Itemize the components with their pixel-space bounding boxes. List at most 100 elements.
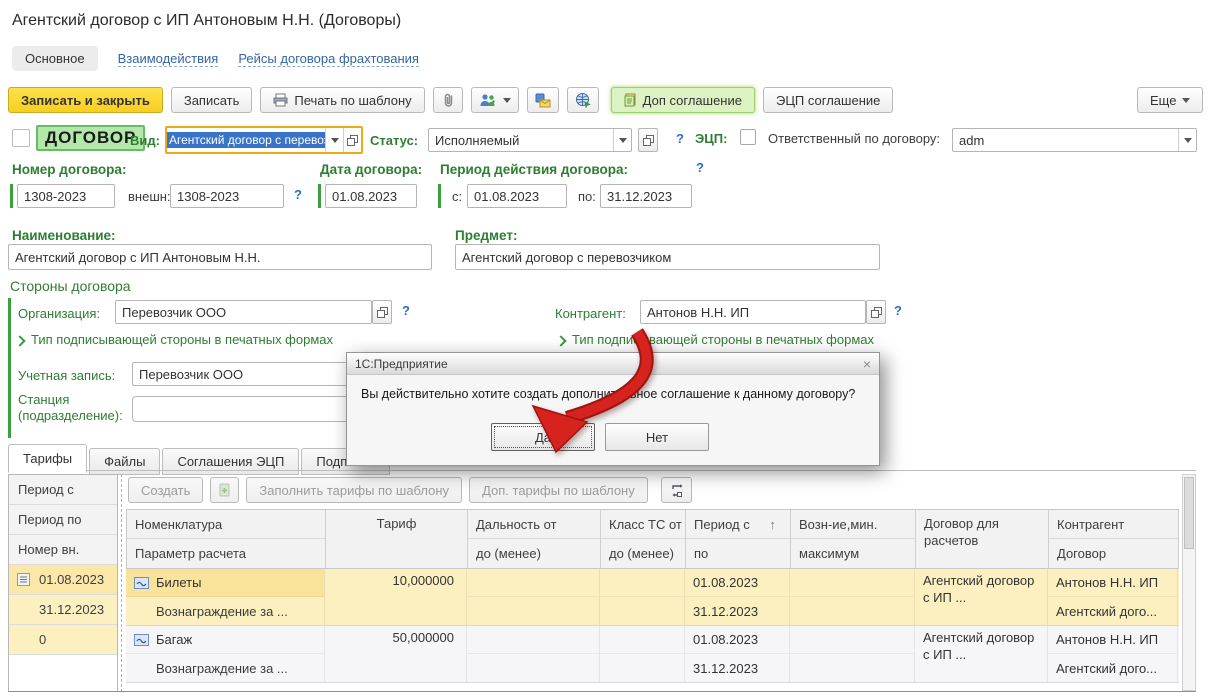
name-input[interactable]: Агентский договор с ИП Антоновым Н.Н. [8, 244, 432, 270]
period-help[interactable]: ? [696, 160, 704, 175]
grid-column-header[interactable]: Период с↑по [686, 510, 791, 568]
copy-button[interactable] [210, 477, 239, 503]
organization-open-button[interactable] [372, 300, 392, 324]
tab-tarify[interactable]: Тарифы [8, 444, 87, 473]
kind-combobox[interactable]: Агентский договор с перевозчи [165, 126, 363, 154]
date-section-label: Дата договора: [320, 162, 422, 177]
grid-column-header[interactable]: НоменклатураПараметр расчета [127, 510, 326, 568]
bottom-border [8, 691, 1196, 692]
cell-text: 50,000000 [393, 630, 454, 645]
send-email-icon [535, 93, 551, 108]
subject-input[interactable]: Агентский договор с перевозчиком [455, 244, 880, 270]
counterparty-open-button[interactable] [866, 300, 886, 324]
counterparty-input[interactable]: Антонов Н.Н. ИП [640, 300, 866, 324]
fixed-value-number[interactable]: 0 [9, 625, 117, 655]
organization-help[interactable]: ? [402, 303, 410, 318]
nav-tabs: Основное Взаимодействия Рейсы договора ф… [12, 46, 419, 71]
station-label-line2: (подразделение): [18, 408, 123, 423]
tab-vzaimodeystviya[interactable]: Взаимодействия [118, 51, 219, 67]
tab-content-divider [8, 470, 1196, 471]
tab-osnovnoe[interactable]: Основное [12, 46, 98, 71]
fixed-header-number[interactable]: Номер вн. [9, 535, 117, 565]
number-help[interactable]: ? [294, 187, 302, 202]
grid-column-header[interactable]: Тариф [326, 510, 468, 568]
fixed-columns-panel[interactable]: Период с Период по Номер вн. 01.08.2023 … [8, 474, 118, 692]
cell-text: Агентский договор с ИП ... [923, 573, 1034, 605]
required-marker [10, 184, 13, 208]
status-open-button[interactable] [638, 128, 658, 152]
dialog-titlebar: 1С:Предприятие × [347, 353, 879, 375]
table-row[interactable]: БилетыВознаграждение за ...10,00000001.0… [126, 569, 1179, 626]
ecp-agreement-button[interactable]: ЭЦП соглашение [763, 87, 893, 113]
responsible-dropdown-button[interactable] [1178, 129, 1196, 151]
scrollbar-thumb[interactable] [1184, 477, 1194, 549]
nomenclature-icon [134, 634, 149, 646]
print-by-template-label: Печать по шаблону [294, 93, 411, 108]
grid-column-header[interactable]: Договор для расчетов [916, 510, 1049, 568]
period-from-value: 01.08.2023 [474, 189, 539, 204]
save-and-close-button[interactable]: Записать и закрыть [8, 87, 163, 113]
no-button[interactable]: Нет [605, 423, 709, 451]
fill-tariffs-button[interactable]: Заполнить тарифы по шаблону [246, 477, 462, 503]
cp-signer-type-link[interactable]: Тип подписывающей стороны в печатных фор… [557, 332, 874, 347]
refresh-button[interactable] [661, 477, 692, 503]
header-checkbox[interactable] [12, 129, 30, 147]
external-number-input[interactable]: 1308-2023 [170, 184, 284, 208]
ecp-checkbox[interactable] [740, 129, 756, 145]
panel-splitter[interactable] [121, 474, 122, 692]
table-row[interactable]: БагажВознаграждение за ...50,00000001.08… [126, 626, 1179, 683]
save-button[interactable]: Записать [171, 87, 253, 113]
grid-column-header[interactable]: Дальность отдо (менее) [468, 510, 601, 568]
yes-button[interactable]: Да [491, 423, 595, 451]
responsible-combobox[interactable]: adm [952, 128, 1197, 152]
main-toolbar: Записать и закрыть Записать Печать по ша… [8, 87, 893, 113]
contract-date-value: 01.08.2023 [332, 189, 397, 204]
grid-column-header[interactable]: КонтрагентДоговор [1049, 510, 1179, 568]
vertical-scrollbar[interactable] [1182, 474, 1196, 691]
grid-column-header[interactable]: Класс ТС отдо (менее) [601, 510, 686, 568]
counterparty-help[interactable]: ? [894, 303, 902, 318]
org-signer-type-label: Тип подписывающей стороны в печатных фор… [31, 332, 333, 347]
status-help[interactable]: ? [676, 131, 684, 146]
contract-badge: ДОГОВОР [36, 125, 145, 151]
fixed-value-period-to[interactable]: 31.12.2023 [9, 595, 117, 625]
contract-number-input[interactable]: 1308-2023 [17, 184, 115, 208]
fixed-header-period-from[interactable]: Период с [9, 475, 117, 505]
table-cell: 10,000000 [325, 569, 467, 625]
org-signer-type-link[interactable]: Тип подписывающей стороны в печатных фор… [16, 332, 333, 347]
dialog-message: Вы действительно хотите создать дополнит… [361, 387, 855, 401]
more-button[interactable]: Еще [1137, 87, 1203, 113]
period-section-label: Период действия договора: [440, 162, 628, 177]
external-number-value: 1308-2023 [177, 189, 239, 204]
dop-agreement-button[interactable]: Доп соглашение [611, 87, 755, 113]
contract-number-value: 1308-2023 [24, 189, 86, 204]
close-icon[interactable]: × [863, 357, 871, 371]
kind-open-button[interactable] [343, 128, 361, 152]
status-value: Исполняемый [435, 133, 613, 148]
web-planner-button[interactable] [567, 87, 599, 113]
kind-dropdown-button[interactable] [325, 128, 343, 152]
fixed-value-period-from[interactable]: 01.08.2023 [9, 565, 117, 595]
cell-text: 01.08.2023 [693, 632, 758, 647]
cell-text: Вознаграждение за ... [156, 661, 288, 676]
grid-column-header[interactable]: Возн-ие,мин.максимум [791, 510, 916, 568]
tab-reysy-dogovora-frahtovaniya[interactable]: Рейсы договора фрахтования [238, 51, 419, 67]
attachments-button[interactable] [433, 87, 463, 113]
organization-input[interactable]: Перевозчик ООО [115, 300, 372, 324]
fixed-header-period-to[interactable]: Период по [9, 505, 117, 535]
name-value: Агентский договор с ИП Антоновым Н.Н. [15, 250, 261, 265]
period-from-input[interactable]: 01.08.2023 [467, 184, 567, 208]
send-email-button[interactable] [527, 87, 559, 113]
add-contact-button[interactable] [471, 87, 519, 113]
table-cell [467, 626, 600, 682]
create-button[interactable]: Создать [128, 477, 203, 503]
extra-tariffs-button[interactable]: Доп. тарифы по шаблону [469, 477, 648, 503]
print-by-template-button[interactable]: Печать по шаблону [260, 87, 424, 113]
contract-date-input[interactable]: 01.08.2023 [325, 184, 417, 208]
paperclip-icon [441, 92, 455, 108]
period-to-input[interactable]: 31.12.2023 [600, 184, 692, 208]
name-label: Наименование: [12, 228, 116, 243]
status-dropdown-button[interactable] [613, 129, 631, 151]
organization-label: Организация: [18, 306, 100, 321]
status-combobox[interactable]: Исполняемый [428, 128, 632, 152]
